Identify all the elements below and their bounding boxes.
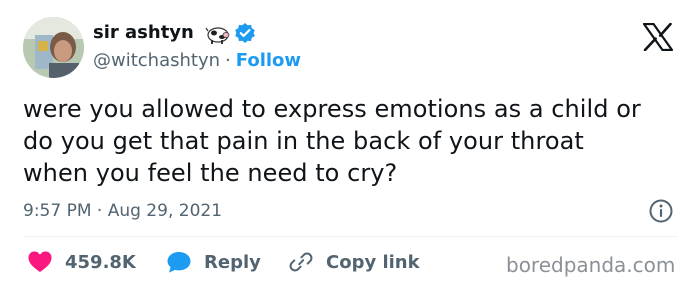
tweet-text: were you allowed to express emotions as … [23,95,641,187]
info-icon[interactable] [648,198,674,224]
separator-dot: · [225,50,231,71]
reply-bubble-icon [167,252,191,273]
author-handle-row: @witchashtyn · Follow [93,49,301,73]
tweet-timestamp[interactable]: 9:57 PM · Aug 29, 2021 [23,200,222,222]
author-display-name[interactable]: sir ashtyn [93,21,194,45]
follow-button[interactable]: Follow [236,50,301,71]
heart-icon [28,251,52,272]
divider [23,236,678,237]
avatar-image [23,17,84,78]
watermark: boredpanda.com [506,253,676,277]
avatar[interactable] [23,17,84,78]
cow-emoji-icon [205,27,230,44]
like-button[interactable]: 459.8K [27,248,136,276]
reply-label: Reply [204,251,261,273]
like-count: 459.8K [65,251,136,273]
copy-link-button[interactable]: Copy link [288,248,420,276]
x-logo-icon[interactable] [643,23,673,51]
link-icon [289,252,313,272]
reply-button[interactable]: Reply [166,248,261,276]
author-handle[interactable]: @witchashtyn [93,50,220,71]
verified-badge-icon [235,23,255,43]
copy-link-label: Copy link [326,251,420,273]
